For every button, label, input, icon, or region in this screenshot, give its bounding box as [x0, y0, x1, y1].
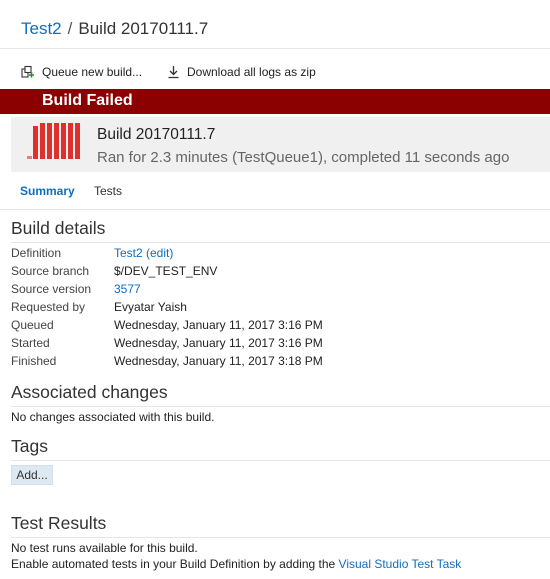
build-failed-text: Build Failed [42, 92, 133, 109]
history-bar [61, 123, 66, 159]
download-logs-label: Download all logs as zip [187, 65, 316, 79]
history-bar [54, 123, 59, 159]
detail-label-source-version: Source version [11, 282, 92, 296]
download-icon [168, 66, 179, 79]
build-failed-banner: Build Failed [0, 89, 550, 114]
tabs-divider [0, 209, 550, 210]
test-results-text: No test runs available for this build. [11, 541, 198, 555]
test-results-hint: Enable automated tests in your Build Def… [11, 557, 461, 571]
detail-label-queued: Queued [11, 318, 54, 332]
build-subtitle: Ran for 2.3 minutes (TestQueue1), comple… [97, 149, 510, 166]
queue-build-icon [21, 65, 34, 78]
download-logs-button[interactable]: Download all logs as zip [167, 62, 316, 82]
breadcrumb-definition-link[interactable]: Test2 [21, 19, 62, 38]
detail-label-started: Started [11, 336, 50, 350]
build-history-bars-icon [27, 123, 87, 159]
breadcrumb-separator: / [67, 19, 73, 38]
breadcrumb-current: Build 20170111.7 [78, 19, 209, 38]
section-divider [11, 406, 550, 407]
queued-value: Wednesday, January 11, 2017 3:16 PM [114, 318, 323, 332]
build-details-heading: Build details [11, 218, 106, 238]
queue-new-build-button[interactable]: Queue new build... [21, 62, 142, 82]
section-divider [11, 537, 550, 538]
section-divider [11, 242, 550, 243]
source-version-link[interactable]: 3577 [114, 282, 141, 296]
detail-label-finished: Finished [11, 354, 57, 368]
definition-link[interactable]: Test2 (edit) [114, 246, 173, 260]
history-bar [27, 156, 32, 159]
build-title: Build 20170111.7 [97, 126, 216, 143]
history-bar [68, 123, 73, 159]
tab-summary[interactable]: Summary [20, 184, 75, 198]
tags-heading: Tags [11, 436, 48, 456]
add-tag-button[interactable]: Add... [11, 465, 53, 485]
finished-value: Wednesday, January 11, 2017 3:18 PM [114, 354, 323, 368]
section-divider [11, 460, 550, 461]
queue-new-build-label: Queue new build... [42, 65, 143, 79]
source-branch-value: $/DEV_TEST_ENV [114, 264, 218, 278]
visual-studio-test-task-link[interactable]: Visual Studio Test Task [339, 557, 462, 571]
breadcrumb: Test2 / Build 20170111.7 [21, 19, 208, 39]
requested-by-value: Evyatar Yaish [114, 300, 187, 314]
detail-label-source-branch: Source branch [11, 264, 90, 278]
history-bar [47, 123, 52, 159]
toolbar: Queue new build... Download all logs as … [0, 62, 550, 82]
build-summary-row: Build 20170111.7 Ran for 2.3 minutes (Te… [11, 117, 550, 172]
tab-bar: Summary Tests [0, 184, 550, 204]
associated-changes-text: No changes associated with this build. [11, 410, 215, 424]
test-results-hint-text: Enable automated tests in your Build Def… [11, 557, 339, 571]
test-results-heading: Test Results [11, 513, 107, 533]
tab-tests[interactable]: Tests [94, 184, 122, 198]
history-bar [40, 123, 45, 159]
history-bar [75, 123, 80, 159]
history-bar [33, 126, 38, 159]
detail-label-requested-by: Requested by [11, 300, 86, 314]
header-divider [0, 48, 550, 49]
detail-label-definition: Definition [11, 246, 62, 260]
associated-changes-heading: Associated changes [11, 382, 168, 402]
started-value: Wednesday, January 11, 2017 3:16 PM [114, 336, 323, 350]
